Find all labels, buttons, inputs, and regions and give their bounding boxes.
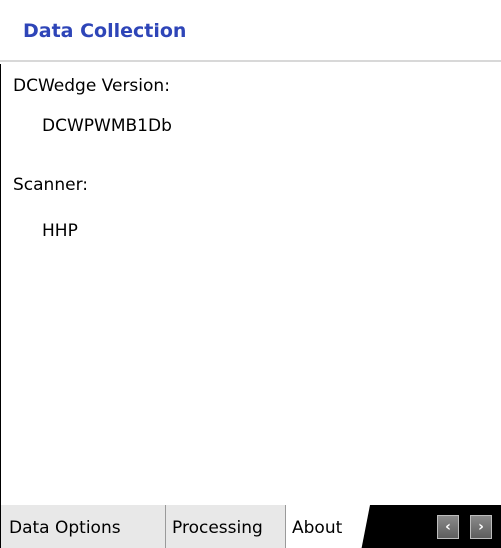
tab-bar: Data Options Processing About ‹ › — [0, 505, 501, 548]
about-panel: DCWedge Version: DCWPWMB1Db Scanner: HHP — [0, 64, 501, 505]
tab-data-options[interactable]: Data Options — [1, 505, 166, 548]
chevron-left-icon: ‹ — [445, 519, 451, 535]
header-bar: Data Collection — [0, 0, 501, 62]
tab-about-label: About — [292, 518, 343, 538]
tab-scroll-left-button[interactable]: ‹ — [437, 515, 459, 539]
chevron-right-icon: › — [478, 519, 484, 535]
version-label: DCWedge Version: — [13, 76, 170, 96]
page-title: Data Collection — [23, 20, 187, 42]
version-value: DCWPWMB1Db — [42, 116, 172, 136]
tab-data-options-label: Data Options — [9, 518, 121, 538]
scanner-value: HHP — [42, 221, 78, 241]
scanner-label: Scanner: — [13, 175, 88, 195]
tab-processing-label: Processing — [172, 518, 263, 538]
tab-processing[interactable]: Processing — [166, 505, 286, 548]
data-collection-screen: Data Collection DCWedge Version: DCWPWMB… — [0, 0, 501, 548]
tab-about[interactable]: About — [286, 505, 368, 548]
tab-scroll-right-button[interactable]: › — [470, 515, 492, 539]
